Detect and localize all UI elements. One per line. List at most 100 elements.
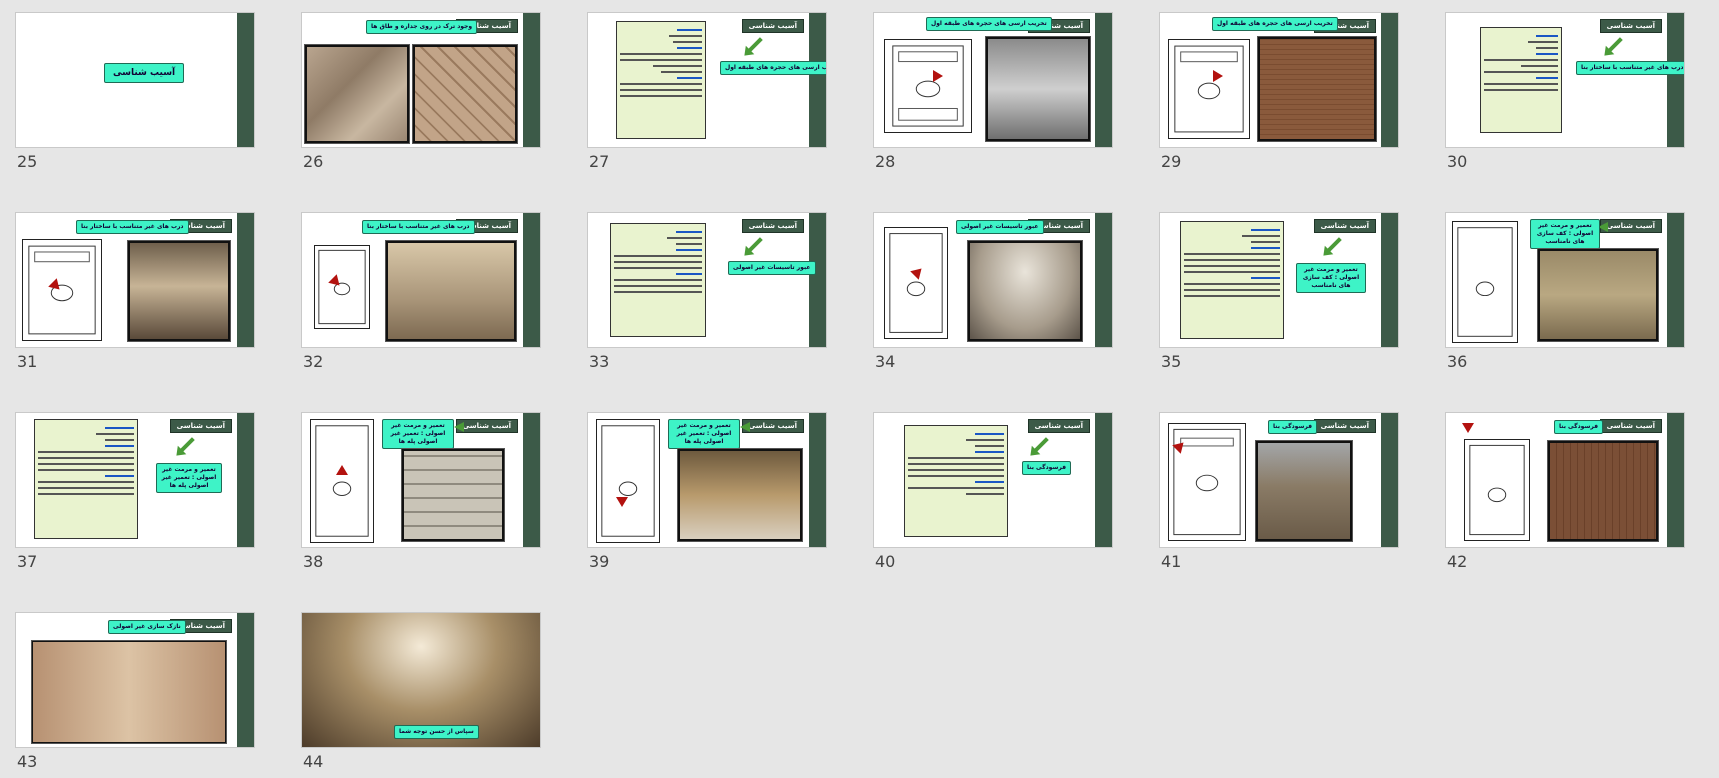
- notes-textbox: [1480, 27, 1562, 133]
- slide-thumbnail-37[interactable]: آسیب شناسی تعمیر و مرمت غیر اصولی : تعمی…: [15, 412, 255, 578]
- slide-thumbnail-28[interactable]: آسیب شناسی تخریب ارسی های حجره های طبقه …: [873, 12, 1113, 178]
- slide-thumbnail-41[interactable]: آسیب شناسی فرسودگی بنا 41: [1159, 412, 1399, 578]
- slide-thumbnail-25[interactable]: آسیب شناسی 25: [15, 12, 255, 178]
- slide-accent-bar: [1095, 413, 1112, 547]
- notes-textbox: [610, 223, 706, 337]
- slide-callout: سپاس از حسن توجه شما: [394, 725, 479, 739]
- slide-thumbnail-32[interactable]: آسیب شناسی درب های غیر متناسب با ساختار …: [301, 212, 541, 378]
- slide-sorter-grid: آسیب شناسی 25 آسیب شناسی وجود ترک در روی…: [0, 0, 1719, 777]
- slide-header: آسیب شناسی: [455, 419, 518, 433]
- slide-accent-bar: [1381, 13, 1398, 147]
- slide-thumbnail-44[interactable]: سپاس از حسن توجه شما 44: [301, 612, 541, 778]
- slide-callout: فرسودگی بنا: [1022, 461, 1072, 475]
- red-marker-arrow-icon: [1213, 70, 1223, 82]
- slide-number: 36: [1447, 352, 1468, 371]
- slide-thumbnail-27[interactable]: آسیب شناسی تخریب ارسی های حجره های طبقه …: [587, 12, 827, 178]
- wall-crack-photo: [304, 44, 410, 144]
- slide-number: 29: [1161, 152, 1182, 171]
- diagonal-arrow-icon: [747, 237, 763, 253]
- slide-header: آسیب شناسی: [741, 219, 804, 233]
- slide-thumbnail-40[interactable]: آسیب شناسی فرسودگی بنا 40: [873, 412, 1113, 578]
- slide-38-canvas: آسیب شناسی تعمیر و مرمت غیر اصولی : تعمی…: [301, 412, 541, 548]
- slide-thumbnail-35[interactable]: آسیب شناسی تعمیر و مرمت غیر اصولی : کف س…: [1159, 212, 1399, 378]
- slide-number: 38: [303, 552, 324, 571]
- notes-textbox: [616, 21, 706, 139]
- slide-35-canvas: آسیب شناسی تعمیر و مرمت غیر اصولی : کف س…: [1159, 212, 1399, 348]
- slide-36-canvas: آسیب شناسی تعمیر و مرمت غیر اصولی : کف س…: [1445, 212, 1685, 348]
- notes-textbox: [904, 425, 1008, 537]
- slide-thumbnail-39[interactable]: آسیب شناسی تعمیر و مرمت غیر اصولی : تعمی…: [587, 412, 827, 578]
- slide-callout: درب های غیر متناسب با ساختار بنا: [362, 220, 475, 234]
- arsi-window-photo: [985, 36, 1091, 142]
- door-photo: [127, 240, 231, 342]
- slide-26-canvas: آسیب شناسی وجود ترک در روی جداره و طاق ه…: [301, 12, 541, 148]
- floor-plan-image: [22, 239, 102, 341]
- floor-plan-image: [1168, 39, 1250, 139]
- slide-number: 30: [1447, 152, 1468, 171]
- slide-thumbnail-36[interactable]: آسیب شناسی تعمیر و مرمت غیر اصولی : کف س…: [1445, 212, 1685, 378]
- slide-callout: تعمیر و مرمت غیر اصولی : کف سازی های نام…: [1296, 263, 1366, 293]
- slide-header: آسیب شناسی: [741, 419, 804, 433]
- slide-thumbnail-30[interactable]: آسیب شناسی درب های غیر متناسب با ساختار …: [1445, 12, 1685, 178]
- red-marker-arrow-icon: [1462, 423, 1474, 433]
- door-photo: [385, 240, 517, 342]
- slide-accent-bar: [523, 13, 540, 147]
- slide-30-canvas: آسیب شناسی درب های غیر متناسب با ساختار …: [1445, 12, 1685, 148]
- diagonal-arrow-icon: [1033, 437, 1049, 453]
- slide-accent-bar: [237, 213, 254, 347]
- floor-plan-image: [314, 245, 370, 329]
- slide-number: 41: [1161, 552, 1182, 571]
- slide-41-canvas: آسیب شناسی فرسودگی بنا: [1159, 412, 1399, 548]
- diagonal-arrow-icon: [747, 37, 763, 53]
- slide-accent-bar: [1095, 213, 1112, 347]
- slide-number: 26: [303, 152, 324, 171]
- slide-34-canvas: آسیب شناسی عبور تاسیسات غیر اصولی: [873, 212, 1113, 348]
- slide-callout: فرسودگی بنا: [1268, 420, 1318, 434]
- slide-number: 33: [589, 352, 610, 371]
- slide-callout: عبور تاسیسات غیر اصولی: [956, 220, 1044, 234]
- slide-accent-bar: [809, 213, 826, 347]
- slide-number: 35: [1161, 352, 1182, 371]
- slide-thumbnail-26[interactable]: آسیب شناسی وجود ترک در روی جداره و طاق ه…: [301, 12, 541, 178]
- vault-plaster-photo: [31, 640, 227, 744]
- left-arrow-icon: [740, 422, 750, 432]
- slide-25-canvas: آسیب شناسی: [15, 12, 255, 148]
- slide-accent-bar: [523, 413, 540, 547]
- slide-number: 27: [589, 152, 610, 171]
- slide-accent-bar: [237, 413, 254, 547]
- slide-callout: تعمیر و مرمت غیر اصولی : کف سازی های نام…: [1530, 219, 1600, 249]
- slide-thumbnail-38[interactable]: آسیب شناسی تعمیر و مرمت غیر اصولی : تعمی…: [301, 412, 541, 578]
- slide-thumbnail-34[interactable]: آسیب شناسی عبور تاسیسات غیر اصولی 34: [873, 212, 1113, 378]
- floor-plan-image: [884, 39, 972, 133]
- slide-thumbnail-31[interactable]: آسیب شناسی درب های غیر متناسب با ساختار …: [15, 212, 255, 378]
- slide-39-canvas: آسیب شناسی تعمیر و مرمت غیر اصولی : تعمی…: [587, 412, 827, 548]
- vault-crack-photo: [412, 44, 518, 144]
- slide-callout: تعمیر و مرمت غیر اصولی : تعمیر غیر اصولی…: [382, 419, 454, 449]
- slide-header: آسیب شناسی: [1313, 419, 1376, 433]
- slide-43-canvas: آسیب شناسی نازک سازی غیر اصولی: [15, 612, 255, 748]
- slide-33-canvas: آسیب شناسی عبور تاسیسات غیر اصولی: [587, 212, 827, 348]
- slide-thumbnail-43[interactable]: آسیب شناسی نازک سازی غیر اصولی 43: [15, 612, 255, 778]
- left-arrow-icon: [454, 422, 464, 432]
- slide-thumbnail-29[interactable]: آسیب شناسی تخریب ارسی های حجره های طبقه …: [1159, 12, 1399, 178]
- slide-accent-bar: [523, 213, 540, 347]
- slide-number: 34: [875, 352, 896, 371]
- slide-42-canvas: آسیب شناسی فرسودگی بنا: [1445, 412, 1685, 548]
- red-marker-arrow-icon: [336, 465, 348, 475]
- slide-accent-bar: [1095, 13, 1112, 147]
- slide-callout: تخریب ارسی های حجره های طبقه اول: [926, 17, 1052, 31]
- slide-accent-bar: [809, 13, 826, 147]
- slide-callout: فرسودگی بنا: [1554, 420, 1604, 434]
- slide-header: آسیب شناسی: [1027, 419, 1090, 433]
- stairs-photo: [401, 448, 505, 542]
- slide-thumbnail-42[interactable]: آسیب شناسی فرسودگی بنا 42: [1445, 412, 1685, 578]
- slide-thumbnail-33[interactable]: آسیب شناسی عبور تاسیسات غیر اصولی 33: [587, 212, 827, 378]
- brick-arsi-photo: [1257, 36, 1377, 142]
- slide-header: آسیب شناسی: [1599, 19, 1662, 33]
- slide-number: 43: [17, 752, 38, 771]
- slide-32-canvas: آسیب شناسی درب های غیر متناسب با ساختار …: [301, 212, 541, 348]
- slide-31-canvas: آسیب شناسی درب های غیر متناسب با ساختار …: [15, 212, 255, 348]
- slide-title-callout: آسیب شناسی: [104, 63, 185, 83]
- slide-callout: نازک سازی غیر اصولی: [108, 620, 186, 634]
- slide-header: آسیب شناسی: [1599, 419, 1662, 433]
